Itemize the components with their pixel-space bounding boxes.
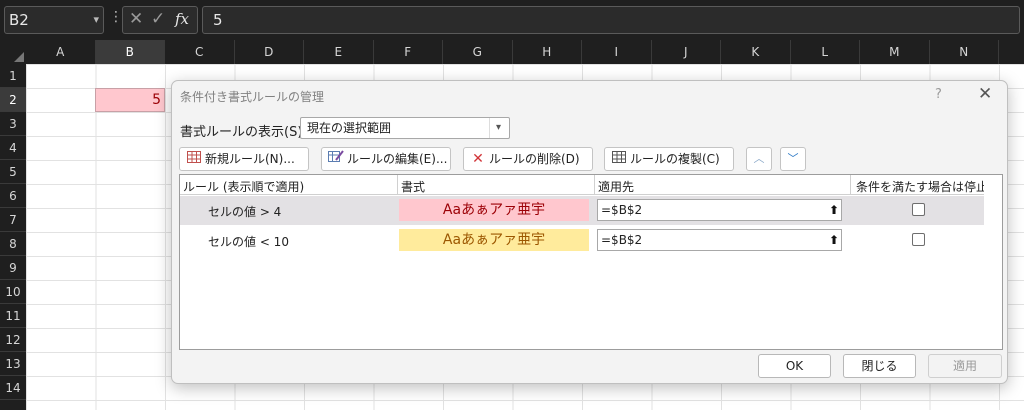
enter-icon[interactable]: ✓	[151, 9, 165, 29]
stop-if-true-checkbox[interactable]	[912, 203, 925, 216]
formula-buttons: ✕ ✓ fx	[122, 6, 198, 34]
row-header-14[interactable]: 14	[0, 376, 26, 400]
rule-toolbar: 新規ルール(N)... ルールの編集(E)... ✕ ルールの削除(D) ルールの…	[179, 145, 1002, 175]
row-header-9[interactable]: 9	[0, 256, 26, 280]
show-rules-value: 現在の選択範囲	[307, 121, 392, 135]
format-preview: Aaあぁアァ亜宇	[399, 199, 589, 221]
cell-b2[interactable]: 5	[95, 88, 165, 112]
col-applies-header: 適用先	[598, 180, 635, 194]
move-up-button[interactable]: ︿	[746, 147, 772, 171]
column-header-d[interactable]: D	[235, 40, 304, 64]
rule-condition: セルの値 > 4	[208, 205, 282, 219]
row-header-2[interactable]: 2	[0, 88, 26, 112]
column-headers: ABCDEFGHIJKLMN	[0, 40, 1024, 64]
new-rule-label: 新規ルール(N)...	[205, 152, 295, 166]
applies-to-input[interactable]: =$B$2 ⬆	[597, 199, 842, 221]
column-header-l[interactable]: L	[791, 40, 860, 64]
column-header-i[interactable]: I	[582, 40, 652, 64]
close-icon[interactable]: ✕	[978, 84, 992, 104]
rules-list-scrollbar[interactable]	[984, 175, 1002, 349]
insert-function-icon[interactable]: fx	[175, 10, 189, 28]
ok-button[interactable]: OK	[758, 354, 831, 378]
collapse-dialog-icon[interactable]: ⬆	[829, 200, 839, 220]
duplicate-rule-button[interactable]: ルールの複製(C)	[604, 147, 734, 171]
name-box-value: B2	[9, 11, 29, 29]
row-header-4[interactable]: 4	[0, 136, 26, 160]
row-header-13[interactable]: 13	[0, 352, 26, 376]
row-header-3[interactable]: 3	[0, 112, 26, 136]
row-header-8[interactable]: 8	[0, 232, 26, 256]
delete-rule-label: ルールの削除(D)	[489, 152, 580, 166]
row-header-5[interactable]: 5	[0, 160, 26, 184]
row-headers: 1 2 3 4 5 6 7 8 9 10 11 12 13 14	[0, 64, 26, 410]
col-format-header: 書式	[401, 180, 426, 194]
rules-list: ルール (表示順で適用) 書式 適用先 条件を満たす場合は停止 セルの値 > 4…	[179, 174, 1003, 350]
row-header-11[interactable]: 11	[0, 304, 26, 328]
move-down-button[interactable]: ﹀	[780, 147, 806, 171]
row-header-12[interactable]: 12	[0, 328, 26, 352]
col-stop-header: 条件を満たす場合は停止	[856, 180, 989, 194]
more-options-icon[interactable]: ⋮	[109, 9, 123, 25]
rule-condition: セルの値 < 10	[208, 235, 289, 249]
delete-rule-button[interactable]: ✕ ルールの削除(D)	[463, 147, 593, 171]
rule-row[interactable]: セルの値 < 10 Aaあぁアァ亜宇 =$B$2 ⬆	[180, 226, 986, 255]
delete-icon: ✕	[472, 151, 484, 167]
edit-rule-label: ルールの編集(E)...	[347, 152, 448, 166]
column-header-b[interactable]: B	[95, 40, 165, 64]
help-icon[interactable]: ?	[935, 87, 942, 102]
show-rules-label: 書式ルールの表示(S):	[180, 125, 307, 140]
rule-row[interactable]: セルの値 > 4 Aaあぁアァ亜宇 =$B$2 ⬆	[180, 196, 986, 225]
column-header-n[interactable]: N	[930, 40, 999, 64]
conditional-formatting-dialog: 条件付き書式ルールの管理 ? ✕ 書式ルールの表示(S): 現在の選択範囲 ▾ …	[171, 80, 1008, 384]
column-divider	[397, 175, 398, 195]
column-header-c[interactable]: C	[165, 40, 235, 64]
cancel-icon[interactable]: ✕	[129, 9, 143, 29]
row-header-10[interactable]: 10	[0, 280, 26, 304]
rules-list-header: ルール (表示順で適用) 書式 適用先 条件を満たす場合は停止	[180, 175, 1002, 195]
dialog-title: 条件付き書式ルールの管理	[180, 90, 325, 104]
name-box[interactable]: B2 ▾	[4, 6, 104, 34]
row-header-6[interactable]: 6	[0, 184, 26, 208]
collapse-dialog-icon[interactable]: ⬆	[829, 230, 839, 250]
select-all-button[interactable]	[0, 40, 26, 64]
column-header-a[interactable]: A	[26, 40, 96, 64]
applies-to-value: =$B$2	[601, 203, 643, 217]
column-header-k[interactable]: K	[721, 40, 791, 64]
chevron-down-icon[interactable]: ▾	[93, 7, 99, 33]
new-rule-button[interactable]: 新規ルール(N)...	[179, 147, 309, 171]
col-rule-header: ルール (表示順で適用)	[183, 180, 305, 194]
column-header-f[interactable]: F	[374, 40, 443, 64]
chevron-down-icon: ▾	[489, 118, 507, 138]
column-divider	[594, 175, 595, 195]
row-header-7[interactable]: 7	[0, 208, 26, 232]
column-header-h[interactable]: H	[513, 40, 582, 64]
close-button[interactable]: 閉じる	[843, 354, 916, 378]
show-rules-select[interactable]: 現在の選択範囲 ▾	[300, 117, 510, 139]
copy-table-icon	[611, 148, 627, 170]
applies-to-input[interactable]: =$B$2 ⬆	[597, 229, 842, 251]
column-header-g[interactable]: G	[443, 40, 513, 64]
duplicate-rule-label: ルールの複製(C)	[630, 152, 720, 166]
column-header-e[interactable]: E	[304, 40, 374, 64]
column-header-m[interactable]: M	[860, 40, 930, 64]
format-preview: Aaあぁアァ亜宇	[399, 229, 589, 251]
table-icon	[186, 148, 202, 170]
formula-bar: B2 ▾ ⋮ ✕ ✓ fx 5	[0, 0, 1024, 40]
chevron-up-icon: ︿	[753, 152, 765, 165]
apply-button[interactable]: 適用	[928, 354, 1002, 378]
column-divider	[850, 175, 851, 195]
stop-if-true-checkbox[interactable]	[912, 233, 925, 246]
chevron-down-icon: ﹀	[787, 152, 799, 165]
edit-rule-button[interactable]: ルールの編集(E)...	[321, 147, 451, 171]
row-header-1[interactable]: 1	[0, 64, 26, 88]
edit-table-icon	[328, 148, 344, 170]
column-header-j[interactable]: J	[652, 40, 721, 64]
applies-to-value: =$B$2	[601, 233, 643, 247]
formula-input[interactable]: 5	[202, 6, 1020, 34]
